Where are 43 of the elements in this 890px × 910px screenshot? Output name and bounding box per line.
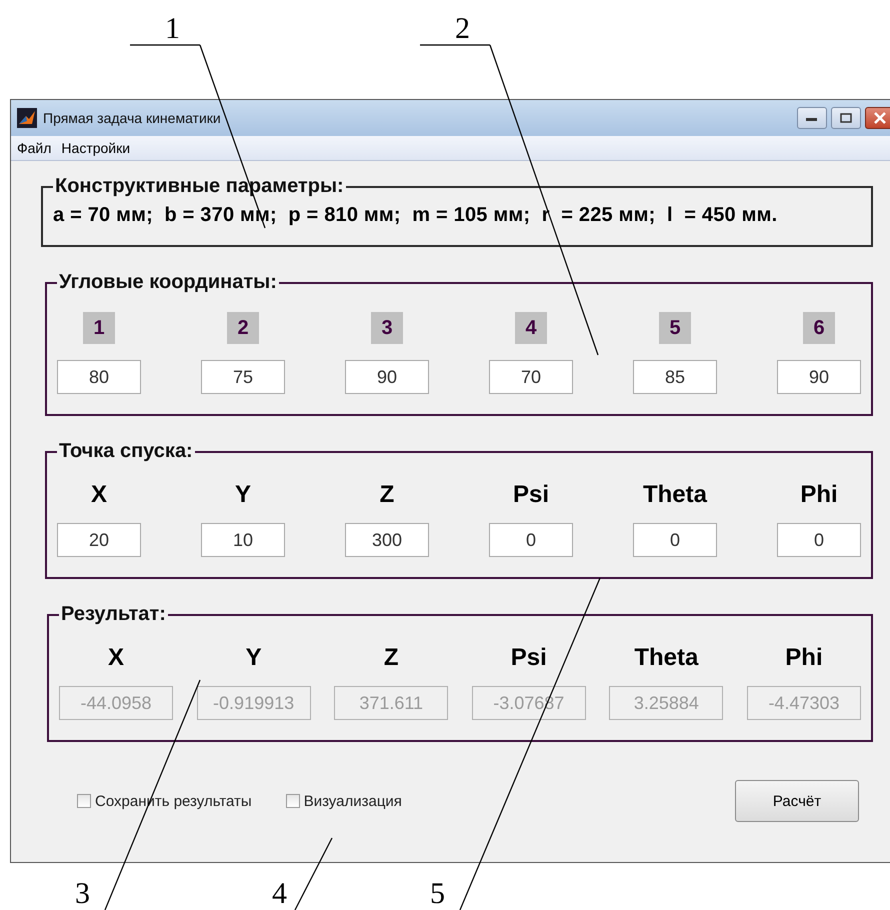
joint-number: 6 <box>803 312 835 344</box>
callout-number: 4 <box>272 877 287 910</box>
callout-number: 3 <box>75 877 90 910</box>
input-field[interactable]: 0 <box>633 523 717 557</box>
input-field[interactable]: 0 <box>489 523 573 557</box>
panel-title: Угловые координаты: <box>58 271 278 294</box>
axis-label: Theta <box>642 481 707 507</box>
axis-label: Psi <box>510 644 547 670</box>
callout-number: 2 <box>455 12 470 45</box>
input-field[interactable]: 90 <box>777 360 861 394</box>
axis-label: X <box>90 481 107 507</box>
axis-label: Y <box>246 644 262 670</box>
joint-number: 4 <box>515 312 547 344</box>
axis-label: Phi <box>785 644 823 670</box>
axis-label: Theta <box>634 644 698 670</box>
input-field[interactable]: 20 <box>57 523 141 557</box>
input-field[interactable]: 90 <box>345 360 429 394</box>
axis-label: Y <box>234 481 251 507</box>
input-field[interactable]: 80 <box>57 360 141 394</box>
panel-title: Результат: <box>60 603 167 626</box>
axis-label: Phi <box>800 481 838 507</box>
window-title: Прямая задача кинематики <box>43 110 221 126</box>
menu-item[interactable]: Настройки <box>61 140 130 156</box>
joint-number: 5 <box>659 312 691 344</box>
joint-number: 2 <box>227 312 259 344</box>
axis-label: Z <box>380 481 394 507</box>
input-field[interactable]: 70 <box>489 360 573 394</box>
joint-number: 1 <box>83 312 115 344</box>
input-field[interactable]: 300 <box>345 523 429 557</box>
callout-number: 5 <box>430 877 445 910</box>
axis-label: Psi <box>512 481 550 507</box>
input-field[interactable]: 75 <box>201 360 285 394</box>
checkbox-label: Визуализация <box>304 792 402 810</box>
input-field[interactable]: 0 <box>777 523 861 557</box>
input-field[interactable]: 85 <box>633 360 717 394</box>
input-field[interactable]: 10 <box>201 523 285 557</box>
axis-label: Z <box>384 644 399 670</box>
panel-title: Точка спуска: <box>58 440 194 463</box>
joint-number: 3 <box>371 312 403 344</box>
callout-number: 1 <box>165 12 180 45</box>
axis-label: X <box>108 644 124 670</box>
calculate-button[interactable]: Расчёт <box>735 780 859 822</box>
menu-item[interactable]: Файл <box>17 140 52 156</box>
